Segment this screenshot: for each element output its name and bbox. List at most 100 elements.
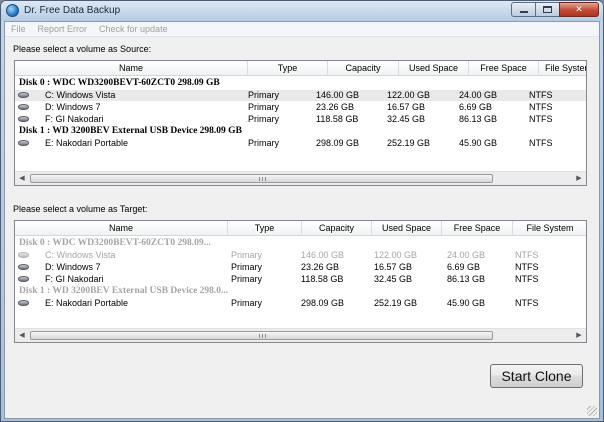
start-clone-button[interactable]: Start Clone [490,364,583,388]
volume-used-cell: 32.45 GB [387,114,426,124]
volume-type-cell: Primary [231,298,262,308]
hard-drive-icon [18,264,29,270]
volume-row[interactable]: E: Nakodari Portable Primary 298.09 GB 252.… [15,298,586,309]
disk-header-row[interactable]: Disk 1 : WD 3200BEV External USB Device … [15,126,586,137]
disk-header-row: Disk 0 : WDC WD3200BEVT-60ZCT0 298.09... [15,238,586,249]
volume-fs-cell: NTFS [529,90,553,100]
volume-fs-cell: NTFS [515,298,539,308]
volume-fs-cell: NTFS [529,138,553,148]
disk-header-row[interactable]: Disk 0 : WDC WD3200BEVT-60ZCT0 298.09 GB [15,78,586,89]
hard-drive-icon [18,116,29,122]
volume-row: C: Windows Vista Primary 146.00 GB 122.00 G… [15,250,586,261]
source-label: Please select a volume as Source: [13,44,152,54]
disk-label: Disk 0 : WDC WD3200BEVT-60ZCT0 298.09 GB [19,78,220,88]
column-header[interactable]: Used Space [399,61,469,76]
scroll-thumb[interactable] [30,174,493,183]
volume-name-cell: D: Windows 7 [45,102,101,112]
target-volume-list[interactable]: Name Type Capacity Used Space Free Space File… [14,220,587,343]
scroll-right-icon[interactable]: ▶ [572,329,586,342]
volume-row[interactable]: C: Windows Vista Primary 146.00 GB 122.00 G… [15,90,586,101]
target-list-header: Name Type Capacity Used Space Free Space File… [15,221,586,236]
close-icon: ✕ [575,4,583,14]
menu-check-for-update[interactable]: Check for update [93,22,174,36]
scroll-left-icon[interactable]: ◀ [15,172,29,185]
app-window: Dr. Free Data Backup ✕ File Report Error… [0,0,604,422]
scroll-right-icon[interactable]: ▶ [572,172,586,185]
volume-free-cell: 86.13 GB [447,274,486,284]
volume-capacity-cell: 146.00 GB [301,250,345,260]
close-button[interactable]: ✕ [559,2,599,17]
volume-fs-cell: NTFS [515,274,539,284]
hard-drive-icon [18,104,29,110]
volume-capacity-cell: 146.00 GB [316,90,360,100]
volume-name-cell: D: Windows 7 [45,262,101,272]
volume-used-cell: 252.19 GB [387,138,431,148]
disk-label: Disk 1 : WD 3200BEV External USB Device … [19,286,229,296]
volume-used-cell: 32.45 GB [374,274,413,284]
title-bar[interactable]: Dr. Free Data Backup ✕ [1,1,603,21]
hard-drive-icon [18,252,29,258]
volume-row[interactable]: D: Windows 7 Primary 23.26 GB 16.57 GB 6.69 … [15,262,586,273]
scroll-left-icon[interactable]: ◀ [15,329,29,342]
column-header[interactable]: Free Space [442,221,513,236]
resize-grip-icon[interactable] [587,406,597,416]
volume-type-cell: Primary [231,262,262,272]
volume-capacity-cell: 23.26 GB [316,102,355,112]
volume-row[interactable]: E: Nakodari Portable Primary 298.09 GB 252.… [15,138,586,149]
volume-fs-cell: NTFS [529,114,553,124]
volume-used-cell: 16.57 GB [374,262,413,272]
hard-drive-icon [18,276,29,282]
hard-drive-icon [18,300,29,306]
volume-fs-cell: NTFS [515,250,539,260]
source-volume-list[interactable]: Name Type Capacity Used Space Free Space File… [14,60,587,186]
volume-type-cell: Primary [231,250,262,260]
column-header[interactable]: Type [228,221,302,236]
volume-free-cell: 24.00 GB [447,250,486,260]
volume-name-cell: E: Nakodari Portable [45,298,129,308]
menu-bar: File Report Error Check for update [5,22,599,37]
volume-row[interactable]: F: GI Nakodari Primary 118.58 GB 32.45 GB 86… [15,114,586,125]
volume-name-cell: F: GI Nakodari [45,274,104,284]
column-header[interactable]: File System [513,221,586,236]
volume-fs-cell: NTFS [515,262,539,272]
minimize-icon [519,11,528,13]
column-header[interactable]: Name [15,221,228,236]
caption-buttons: ✕ [511,2,599,17]
hard-drive-icon [18,92,29,98]
volume-capacity-cell: 118.58 GB [301,274,344,284]
source-list-header: Name Type Capacity Used Space Free Space File… [15,61,586,76]
column-header[interactable]: Type [248,61,328,76]
disk-label: Disk 1 : WD 3200BEV External USB Device … [19,126,242,136]
target-horizontal-scrollbar[interactable]: ◀ ▶ [15,328,586,342]
menu-report-error[interactable]: Report Error [32,22,94,36]
volume-capacity-cell: 298.09 GB [316,138,360,148]
disk-header-row: Disk 1 : WD 3200BEV External USB Device … [15,286,586,297]
volume-free-cell: 86.13 GB [459,114,498,124]
menu-file[interactable]: File [5,22,32,36]
maximize-button[interactable] [535,2,560,17]
disk-label: Disk 0 : WDC WD3200BEVT-60ZCT0 298.09... [19,238,211,248]
column-header[interactable]: Used Space [372,221,442,236]
volume-type-cell: Primary [231,274,262,284]
volume-name-cell: E: Nakodari Portable [45,138,129,148]
volume-used-cell: 122.00 GB [387,90,431,100]
maximize-icon [543,6,552,13]
scroll-thumb[interactable] [30,331,493,340]
volume-free-cell: 6.69 GB [447,262,481,272]
volume-free-cell: 45.90 GB [447,298,486,308]
column-header[interactable]: Capacity [328,61,399,76]
window-title: Dr. Free Data Backup [24,5,121,16]
volume-row[interactable]: D: Windows 7 Primary 23.26 GB 16.57 GB 6.69 … [15,102,586,113]
column-header[interactable]: Capacity [302,221,372,236]
hard-drive-icon [18,140,29,146]
app-logo-icon [6,4,19,17]
volume-type-cell: Primary [248,102,279,112]
column-header[interactable]: Free Space [469,61,539,76]
volume-used-cell: 122.00 GB [374,250,418,260]
column-header[interactable]: Name [15,61,248,76]
volume-capacity-cell: 298.09 GB [301,298,345,308]
column-header[interactable]: File System [539,61,586,76]
source-horizontal-scrollbar[interactable]: ◀ ▶ [15,171,586,185]
minimize-button[interactable] [511,2,536,17]
volume-row[interactable]: F: GI Nakodari Primary 118.58 GB 32.45 GB 86… [15,274,586,285]
